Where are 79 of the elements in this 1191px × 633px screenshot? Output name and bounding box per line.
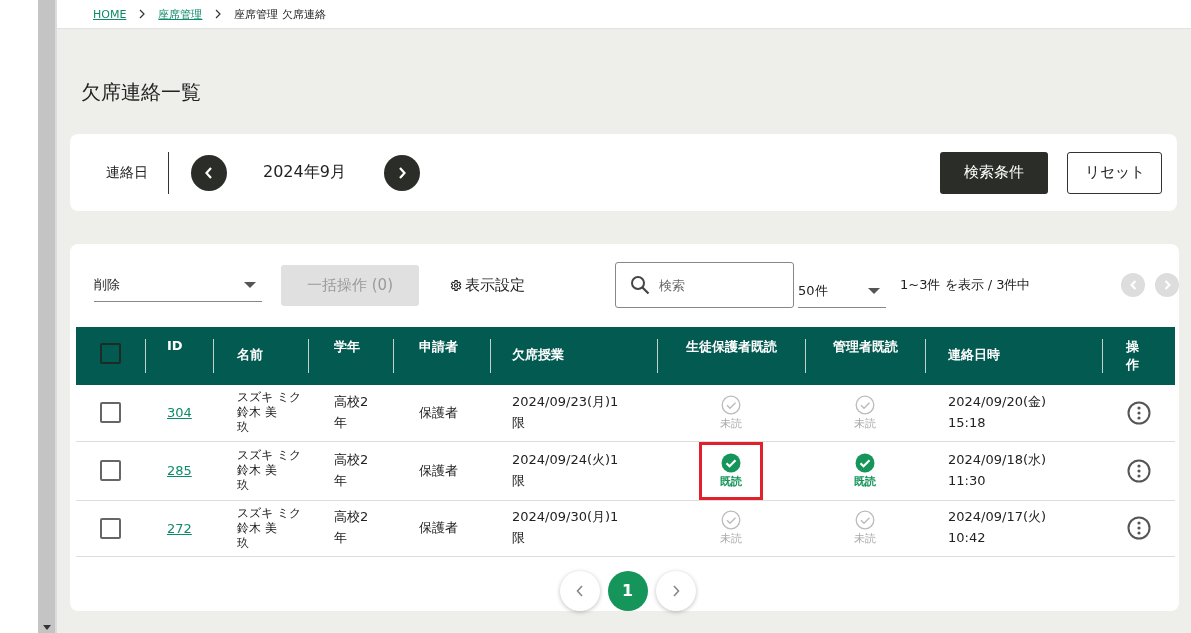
caret-icon xyxy=(868,287,880,294)
page-number-button[interactable]: 1 xyxy=(607,570,648,611)
chevron-right-icon xyxy=(671,584,680,597)
previous-month-button[interactable] xyxy=(191,154,227,191)
row-checkbox[interactable] xyxy=(100,402,121,424)
check-circle-icon xyxy=(855,452,875,473)
breadcrumb-current: 座席管理 欠席連絡 xyxy=(234,6,326,22)
read-status: 未読 xyxy=(709,503,753,553)
check-circle-icon xyxy=(721,452,741,473)
name-kana: スズキ ミク xyxy=(237,390,302,406)
read-status: 未読 xyxy=(843,387,887,438)
next-month-button[interactable] xyxy=(383,154,420,191)
read-status: 未読 xyxy=(709,387,753,438)
read-status: 既読 xyxy=(843,445,887,496)
reset-button[interactable]: リセット xyxy=(1067,151,1162,194)
applicant-cell: 保護者 xyxy=(419,520,458,535)
scroll-down-icon[interactable] xyxy=(42,625,51,630)
check-circle-icon xyxy=(855,510,875,530)
breadcrumb-link[interactable]: 座席管理 xyxy=(158,6,203,22)
column-header: 操作 xyxy=(1125,338,1140,375)
gear-icon xyxy=(449,278,462,292)
column-header: ID xyxy=(167,338,183,353)
chevron-right-icon xyxy=(215,9,222,19)
row-checkbox[interactable] xyxy=(100,517,121,539)
grade-cell-text: 高校2年 xyxy=(334,392,370,432)
contact-datetime: 2024/09/18(水) 11:30 xyxy=(948,450,1048,490)
name-kana: スズキ ミク xyxy=(237,448,302,463)
column-header: 管理者既読 xyxy=(832,338,898,356)
chevron-right-icon xyxy=(139,9,146,19)
applicant-cell: 保護者 xyxy=(419,404,458,420)
id-link[interactable]: 304 xyxy=(167,405,192,421)
absence-class-cell-text: 2024/09/30(月)1限 xyxy=(512,508,620,547)
column-header: 名前 xyxy=(237,346,263,364)
chevron-right-icon xyxy=(1163,280,1171,290)
check-circle-icon xyxy=(721,510,741,530)
column-header: 学年 xyxy=(334,338,360,356)
id-link[interactable]: 272 xyxy=(167,520,192,536)
more-options-icon[interactable] xyxy=(1126,400,1151,425)
chevron-right-icon xyxy=(397,166,406,179)
read-status: 既読 xyxy=(699,441,763,500)
search-conditions-button[interactable]: 検索条件 xyxy=(940,151,1048,194)
student-name: 鈴木 美玖 xyxy=(237,463,278,493)
grade-cell-text: 高校2年 xyxy=(334,508,370,547)
column-header: 欠席授業 xyxy=(512,346,564,364)
check-circle-icon xyxy=(855,394,875,415)
column-header: 連絡日時 xyxy=(948,346,1000,364)
student-name: 鈴木 美玖 xyxy=(237,520,278,551)
month-label: 2024年9月 xyxy=(263,162,346,183)
scrollbar[interactable] xyxy=(38,0,57,633)
check-circle-icon xyxy=(721,394,741,415)
action-select[interactable]: 削除 xyxy=(94,268,262,302)
read-status: 未読 xyxy=(843,503,887,553)
student-name: 鈴木 美玖 xyxy=(237,405,278,436)
filter-label: 連絡日 xyxy=(106,163,148,182)
page-size-select[interactable]: 50件 xyxy=(798,274,886,308)
search-icon xyxy=(630,275,650,295)
display-settings-link[interactable]: 表示設定 xyxy=(449,275,525,295)
name-kana: スズキ ミク xyxy=(237,505,302,521)
applicant-cell: 保護者 xyxy=(419,462,458,478)
search-field[interactable]: 検索 xyxy=(615,262,794,308)
absence-class-cell-text: 2024/09/23(月)1限 xyxy=(512,392,620,432)
more-options-icon[interactable] xyxy=(1126,516,1151,540)
grade-cell-text: 高校2年 xyxy=(334,450,370,490)
contact-datetime: 2024/09/20(金) 15:18 xyxy=(948,392,1048,432)
column-header: 申請者 xyxy=(419,338,458,356)
absence-class-cell-text: 2024/09/24(火)1限 xyxy=(512,450,620,490)
caret-icon xyxy=(244,281,256,288)
chevron-left-icon xyxy=(575,584,584,597)
contact-datetime: 2024/09/17(火) 10:42 xyxy=(948,508,1048,547)
column-header: 生徒保護者既読 xyxy=(685,338,777,356)
more-options-icon[interactable] xyxy=(1126,458,1151,483)
id-link[interactable]: 285 xyxy=(167,463,192,478)
page-title: 欠席連絡一覧 xyxy=(81,79,202,106)
chevron-left-icon xyxy=(1129,280,1137,290)
row-checkbox[interactable] xyxy=(100,460,121,481)
select-all-checkbox[interactable] xyxy=(100,343,121,364)
chevron-left-icon xyxy=(205,166,213,179)
breadcrumb-link[interactable]: HOME xyxy=(93,7,127,21)
result-range: 1~3件 を表示 / 3件中 xyxy=(900,276,1031,294)
